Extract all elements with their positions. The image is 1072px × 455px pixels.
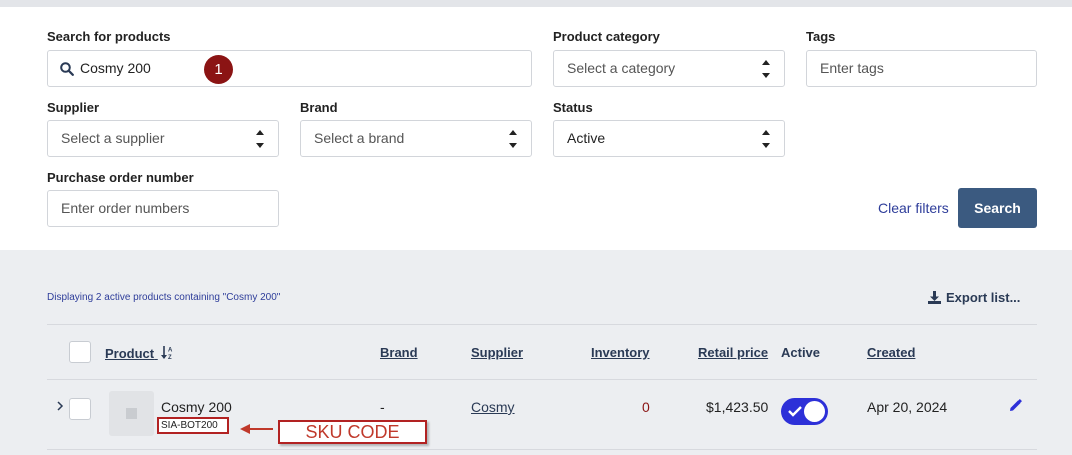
- select-arrows-icon: [256, 130, 264, 148]
- category-label: Product category: [553, 29, 660, 44]
- search-icon: [60, 62, 74, 76]
- status-select[interactable]: Active: [553, 120, 785, 157]
- brand-select[interactable]: Select a brand: [300, 120, 532, 157]
- row-checkbox[interactable]: [69, 398, 91, 420]
- svg-text:A: A: [168, 348, 173, 354]
- supplier-label: Supplier: [47, 100, 100, 115]
- tags-input[interactable]: Enter tags: [806, 50, 1037, 87]
- po-label: Purchase order number: [47, 170, 194, 185]
- annotation-arrow-icon: [240, 424, 273, 434]
- col-active: Active: [781, 345, 821, 360]
- select-arrows-icon: [762, 60, 770, 78]
- select-arrows-icon: [762, 130, 770, 148]
- header-divider: [47, 379, 1037, 380]
- check-icon: [788, 406, 802, 417]
- product-thumbnail: [109, 391, 154, 436]
- supplier-select[interactable]: Select a supplier: [47, 120, 279, 157]
- sort-az-icon: A Z: [160, 346, 173, 361]
- col-created[interactable]: Created: [867, 345, 915, 360]
- table-top-divider: [47, 324, 1037, 325]
- brand-value: Select a brand: [314, 130, 405, 146]
- tags-label: Tags: [806, 29, 836, 44]
- row-divider: [47, 449, 1037, 450]
- top-bar: [0, 0, 1072, 7]
- edit-pencil-icon[interactable]: [1009, 399, 1022, 412]
- po-placeholder: Enter order numbers: [61, 200, 190, 216]
- product-name[interactable]: Cosmy 200: [161, 399, 232, 415]
- row-brand: -: [380, 399, 385, 415]
- row-created: Apr 20, 2024: [867, 399, 948, 415]
- svg-text:Z: Z: [168, 355, 172, 360]
- supplier-value: Select a supplier: [61, 130, 165, 146]
- download-icon: [928, 291, 941, 304]
- col-product[interactable]: Product A Z: [105, 345, 175, 361]
- tags-placeholder: Enter tags: [820, 60, 884, 76]
- col-inventory[interactable]: Inventory: [591, 345, 650, 360]
- col-retail-price[interactable]: Retail price: [698, 345, 768, 360]
- col-product-label: Product: [105, 346, 155, 361]
- active-toggle[interactable]: [781, 398, 828, 425]
- brand-label: Brand: [300, 100, 338, 115]
- select-arrows-icon: [509, 130, 517, 148]
- row-retail-price: $1,423.50: [706, 399, 769, 415]
- row-inventory: 0: [642, 399, 650, 415]
- row-supplier-link[interactable]: Cosmy: [471, 399, 515, 415]
- search-label: Search for products: [47, 29, 171, 44]
- select-all-checkbox[interactable]: [69, 341, 91, 363]
- clear-filters-link[interactable]: Clear filters: [878, 200, 949, 216]
- sku-callout-label: SKU CODE: [278, 420, 427, 444]
- expand-chevron-icon[interactable]: [56, 401, 64, 411]
- status-label: Status: [553, 100, 593, 115]
- col-supplier[interactable]: Supplier: [471, 345, 523, 360]
- export-list-button[interactable]: Export list...: [928, 290, 1020, 305]
- sku-code: SIA-BOT200: [157, 417, 229, 434]
- status-value: Active: [567, 130, 606, 146]
- category-value: Select a category: [567, 60, 676, 76]
- po-input[interactable]: Enter order numbers: [47, 190, 279, 227]
- search-input[interactable]: Cosmy 200: [47, 50, 532, 87]
- col-brand[interactable]: Brand: [380, 345, 418, 360]
- category-select[interactable]: Select a category: [553, 50, 785, 87]
- search-value: Cosmy 200: [80, 60, 151, 76]
- results-summary: Displaying 2 active products containing …: [47, 292, 281, 303]
- search-button[interactable]: Search: [958, 188, 1037, 228]
- step-badge: 1: [204, 55, 233, 84]
- export-label: Export list...: [946, 290, 1021, 305]
